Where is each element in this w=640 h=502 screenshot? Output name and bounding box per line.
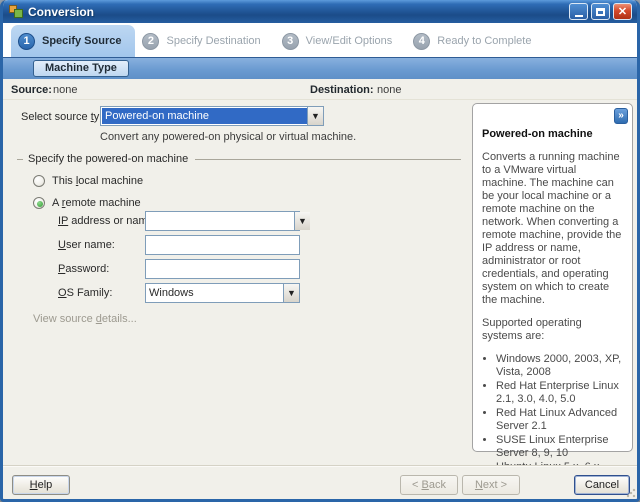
chevrons-right-icon: » [618,110,624,121]
step-3-label: View/Edit Options [306,35,393,47]
radio-local-label: This local machine [52,175,143,187]
list-item: Windows 2000, 2003, XP, Vista, 2008 [496,353,623,379]
view-source-details-link: View source details... [33,313,137,325]
radio-remote-label: A remote machine [52,197,141,209]
user-name-label: User name: [58,239,115,251]
source-label: Source: [11,84,52,96]
footer-bar: Help < Back Next > Cancel [3,465,637,499]
step-specify-source[interactable]: 1 Specify Source [11,25,135,57]
step-specify-destination[interactable]: 2 Specify Destination [135,25,274,57]
radio-a-remote-machine[interactable]: A remote machine [33,197,141,209]
source-type-select[interactable]: Powered-on machine ▼ [100,106,324,126]
cancel-button[interactable]: Cancel [574,475,630,495]
os-family-selected-value: Windows [146,284,283,302]
step-2-circle: 2 [142,33,159,50]
destination-label: Destination: [310,84,374,96]
password-input[interactable] [145,259,300,279]
dropdown-arrow-icon[interactable]: ▼ [307,107,323,125]
sub-tab-strip: Machine Type [3,57,637,79]
step-ready-to-complete[interactable]: 4 Ready to Complete [406,25,545,57]
resize-grip[interactable] [626,488,636,498]
tab-machine-type[interactable]: Machine Type [33,60,129,77]
title-bar: Conversion ✕ [3,0,637,23]
help-panel: » Powered-on machine Converts a running … [472,103,633,452]
main-content: Select source type: Powered-on machine ▼… [3,100,637,465]
next-button[interactable]: Next > [462,475,520,495]
os-family-label: OS Family: [58,287,112,299]
status-row: Source: none Destination: none [3,79,637,100]
help-paragraph: Converts a running machine to a VMware v… [482,151,623,307]
ip-address-label: IP address or name: [58,215,157,227]
step-view-edit-options[interactable]: 3 View/Edit Options [275,25,407,57]
radio-icon[interactable] [33,175,45,187]
step-1-label: Specify Source [42,35,121,47]
app-icon [9,5,23,19]
radio-checked-icon[interactable] [33,197,45,209]
wizard-steps: 1 Specify Source 2 Specify Destination 3… [3,23,637,57]
step-1-circle: 1 [18,33,35,50]
ip-address-input[interactable] [146,212,294,230]
minimize-button[interactable] [569,3,588,20]
back-button[interactable]: < Back [400,475,458,495]
help-paragraph: Supported operating systems are: [482,317,623,343]
step-3-circle: 3 [282,33,299,50]
window-title: Conversion [28,5,566,19]
collapse-panel-button[interactable]: » [614,108,628,124]
dropdown-arrow-icon[interactable]: ▼ [294,212,310,230]
list-item: Red Hat Enterprise Linux 2.1, 3.0, 4.0, … [496,380,623,406]
help-title: Powered-on machine [482,128,623,141]
destination-value: none [377,84,401,96]
close-icon: ✕ [618,5,627,18]
conversion-wizard-window: Conversion ✕ 1 Specify Source 2 Specify … [0,0,640,502]
close-button[interactable]: ✕ [613,3,632,20]
step-4-circle: 4 [413,33,430,50]
source-type-selected-value: Powered-on machine [102,108,307,124]
group-title: Specify the powered-on machine [28,153,188,165]
list-item: Red Hat Linux Advanced Server 2.1 [496,407,623,433]
step-2-label: Specify Destination [166,35,260,47]
os-family-select[interactable]: Windows ▼ [145,283,300,303]
maximize-button[interactable] [591,3,610,20]
source-type-description: Convert any powered-on physical or virtu… [100,131,356,143]
dropdown-arrow-icon[interactable]: ▼ [283,284,299,302]
radio-this-local-machine[interactable]: This local machine [33,175,143,187]
user-name-input[interactable] [145,235,300,255]
list-item: SUSE Linux Enterprise Server 8, 9, 10 [496,434,623,460]
group-specify-powered-on-machine: Specify the powered-on machine [17,153,461,165]
password-label: Password: [58,263,109,275]
ip-address-combobox[interactable]: ▼ [145,211,300,231]
source-value: none [53,84,77,96]
step-4-label: Ready to Complete [437,35,531,47]
help-button[interactable]: Help [12,475,70,495]
